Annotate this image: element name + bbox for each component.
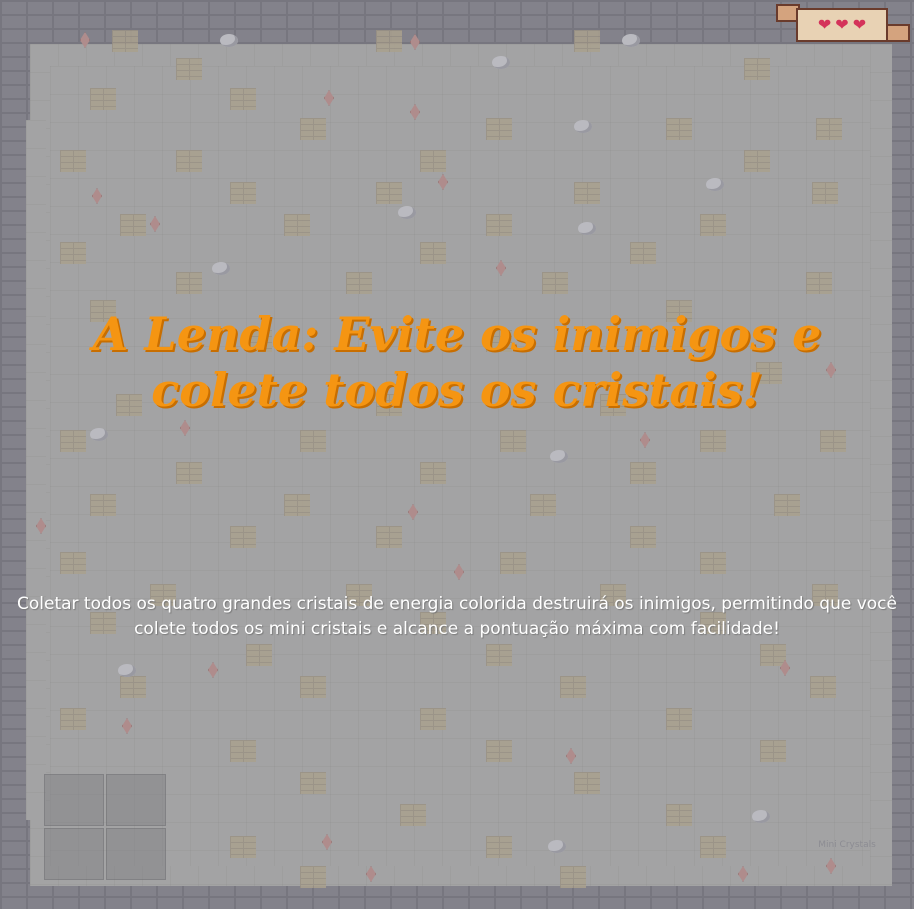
- game-stage: Mini Crystals ❤ ❤ ❤ A Lenda: Evite os in…: [0, 0, 914, 909]
- legend-title: A Lenda: Evite os inimigos e colete todo…: [92, 307, 822, 417]
- heart-icon: ❤: [817, 15, 832, 34]
- lives-scroll: ❤ ❤ ❤: [796, 8, 888, 42]
- legend-description: Coletar todos os quatro grandes cristais…: [17, 594, 897, 639]
- lives-banner: ❤ ❤ ❤: [774, 2, 912, 48]
- heart-icon: ❤: [835, 15, 849, 34]
- heart-icon: ❤: [852, 15, 867, 34]
- banner-tail-right: [886, 24, 910, 42]
- overlay-dim: [0, 0, 914, 909]
